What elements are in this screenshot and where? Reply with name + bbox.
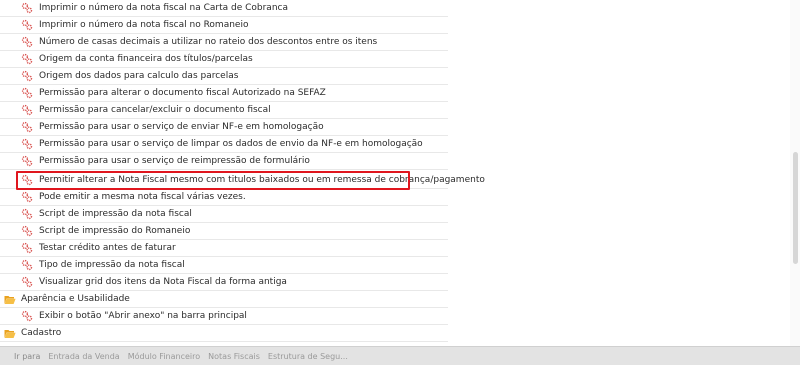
config-gears-icon (21, 87, 33, 99)
tree-item-label: Origem dos dados para calculo das parcel… (39, 71, 239, 81)
folder-open-icon (4, 293, 16, 305)
config-gears-icon (21, 36, 33, 48)
tree-item[interactable]: Permissão para alterar o documento fisca… (0, 85, 448, 102)
tree-item-label: Exibir o botão "Abrir anexo" na barra pr… (39, 311, 247, 321)
config-gears-icon (21, 138, 33, 150)
tree-item[interactable]: Visualizar grid dos itens da Nota Fiscal… (0, 274, 448, 291)
tree-item-label: Pode emitir a mesma nota fiscal várias v… (39, 192, 246, 202)
tree-item-label: Imprimir o número da nota fiscal no Roma… (39, 20, 249, 30)
tree-item-label: Origem da conta financeira dos títulos/p… (39, 54, 253, 64)
tree-item-label: Permissão para usar o serviço de reimpre… (39, 156, 310, 166)
tree-item[interactable]: Número de casas decimais a utilizar no r… (0, 34, 448, 51)
scrollbar-thumb[interactable] (793, 152, 798, 264)
config-gears-icon (21, 191, 33, 203)
tree-item-label: Permissão para usar o serviço de enviar … (39, 122, 324, 132)
config-gears-icon (21, 259, 33, 271)
highlight-box (16, 171, 410, 190)
tree-item[interactable]: Permissão para usar o serviço de limpar … (0, 136, 448, 153)
tree-item[interactable]: Pode emitir a mesma nota fiscal várias v… (0, 189, 448, 206)
config-gears-icon (21, 53, 33, 65)
tree-item[interactable]: Permissão para usar o serviço de reimpre… (0, 153, 448, 170)
folder-open-icon (4, 327, 16, 339)
tree-item[interactable]: Exibir o botão "Abrir anexo" na barra pr… (0, 308, 448, 325)
config-gears-icon (21, 310, 33, 322)
config-gears-icon (21, 208, 33, 220)
config-gears-icon (21, 155, 33, 167)
config-gears-icon (21, 242, 33, 254)
config-gears-icon (21, 121, 33, 133)
tree-folder-label: Cadastro (21, 328, 62, 338)
taskbar-tab[interactable]: Estrutura de Segu... (268, 352, 348, 361)
tree-item[interactable]: Imprimir o número da nota fiscal no Roma… (0, 17, 448, 34)
tree-item-label: Tipo de impressão da nota fiscal (39, 260, 185, 270)
tree-item-label: Permissão para cancelar/excluir o docume… (39, 105, 271, 115)
bottom-taskbar: Ir para Entrada da Venda Módulo Financei… (0, 346, 800, 365)
taskbar-tab[interactable]: Notas Fiscais (208, 352, 260, 361)
tree-item-label: Testar crédito antes de faturar (39, 243, 176, 253)
config-gears-icon (21, 225, 33, 237)
tree-item[interactable]: Script de impressão da nota fiscal (0, 206, 448, 223)
config-gears-icon (21, 70, 33, 82)
tree-item-label: Script de impressão do Romaneio (39, 226, 191, 236)
tree-item[interactable]: Testar crédito antes de faturar (0, 240, 448, 257)
tree-item-label: Script de impressão da nota fiscal (39, 209, 192, 219)
taskbar-tab[interactable]: Módulo Financeiro (128, 352, 200, 361)
tree-folder[interactable]: Cadastro (0, 325, 448, 342)
tree-item-label: Visualizar grid dos itens da Nota Fiscal… (39, 277, 287, 287)
config-gears-icon (21, 19, 33, 31)
taskbar-tab[interactable]: Entrada da Venda (48, 352, 119, 361)
tree-folder-label: Aparência e Usabilidade (21, 294, 130, 304)
tree-item[interactable]: Script de impressão do Romaneio (0, 223, 448, 240)
tree-item[interactable]: Tipo de impressão da nota fiscal (0, 257, 448, 274)
vertical-scrollbar[interactable] (790, 0, 800, 346)
tree-item-label: Imprimir o número da nota fiscal na Cart… (39, 3, 288, 13)
tree-item[interactable]: Origem da conta financeira dos títulos/p… (0, 51, 448, 68)
config-gears-icon (21, 276, 33, 288)
config-gears-icon (21, 104, 33, 116)
tree-folder[interactable]: Aparência e Usabilidade (0, 291, 448, 308)
tree-item[interactable]: Permissão para usar o serviço de enviar … (0, 119, 448, 136)
tree-item[interactable]: Permissão para cancelar/excluir o docume… (0, 102, 448, 119)
tree-item-label: Permissão para alterar o documento fisca… (39, 88, 326, 98)
taskbar-tab[interactable]: Ir para (14, 352, 40, 361)
tree-item-label: Número de casas decimais a utilizar no r… (39, 37, 378, 47)
tree-item[interactable]: Origem dos dados para calculo das parcel… (0, 68, 448, 85)
config-gears-icon (21, 2, 33, 14)
tree-item-label: Permissão para usar o serviço de limpar … (39, 139, 423, 149)
tree-item[interactable]: Imprimir o número da nota fiscal na Cart… (0, 0, 448, 17)
